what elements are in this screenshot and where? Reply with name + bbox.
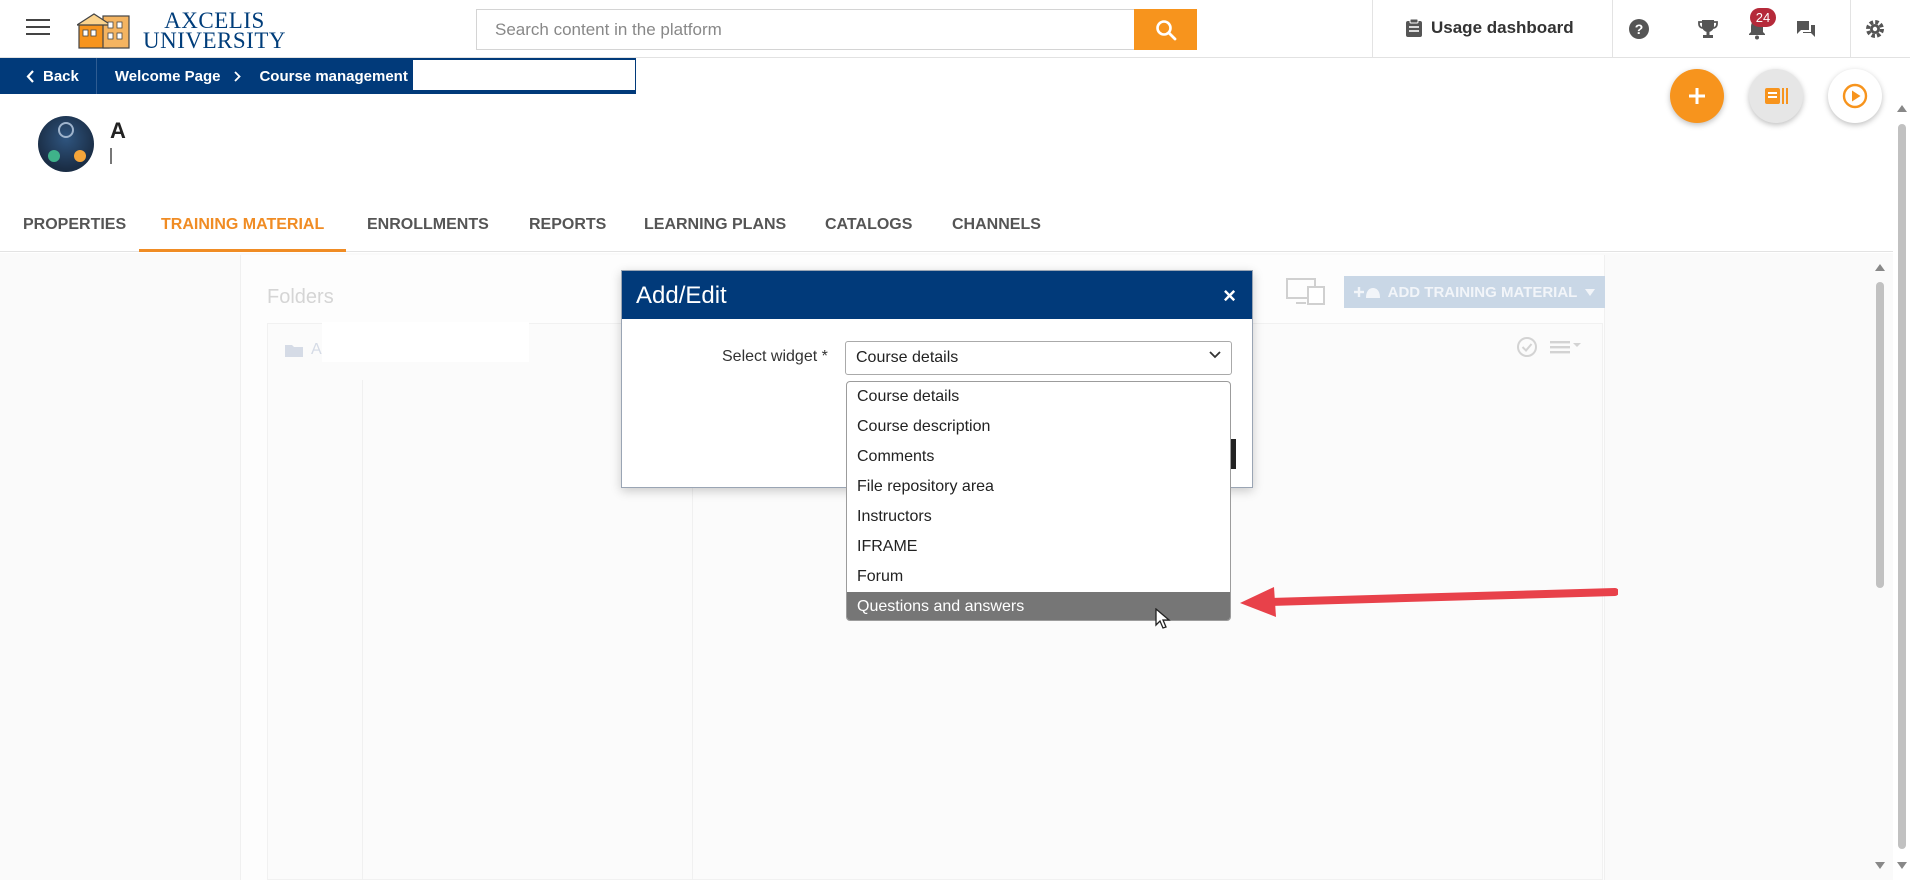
caret-down-icon bbox=[1585, 288, 1596, 296]
building-logo-icon bbox=[77, 13, 130, 49]
widget-select-value: Course details bbox=[856, 349, 959, 366]
folder-name-redacted bbox=[322, 322, 529, 362]
id-card-icon bbox=[1765, 88, 1788, 104]
chevron-down-icon bbox=[1209, 351, 1221, 359]
play-fab-button[interactable] bbox=[1828, 69, 1882, 123]
search-icon bbox=[1155, 19, 1176, 40]
page-scrollbar-thumb[interactable] bbox=[1898, 124, 1906, 849]
check-circle-icon[interactable] bbox=[1516, 336, 1538, 358]
usage-dashboard-label: Usage dashboard bbox=[1431, 18, 1574, 37]
option-comments[interactable]: Comments bbox=[847, 442, 1230, 472]
course-tabs: PROPERTIES TRAINING MATERIAL ENROLLMENTS… bbox=[0, 200, 1910, 252]
back-button[interactable]: Back bbox=[0, 58, 97, 94]
tab-learning-plans[interactable]: LEARNING PLANS bbox=[644, 200, 786, 252]
course-avatar bbox=[38, 116, 94, 172]
widget-options-list: Course details Course description Commen… bbox=[846, 381, 1231, 621]
folders-column bbox=[268, 380, 363, 880]
clipboard-icon bbox=[1406, 18, 1422, 37]
add-material-icon bbox=[1353, 287, 1380, 298]
add-fab-button[interactable] bbox=[1670, 69, 1724, 123]
option-instructors[interactable]: Instructors bbox=[847, 502, 1230, 532]
tab-reports[interactable]: REPORTS bbox=[529, 200, 606, 252]
widget-select[interactable]: Course details bbox=[845, 341, 1232, 375]
option-questions-and-answers[interactable]: Questions and answers bbox=[847, 592, 1230, 620]
option-file-repository-area[interactable]: File repository area bbox=[847, 472, 1230, 502]
top-bar: AXCELIS UNIVERSITY Usage dashboard ? 24 bbox=[0, 0, 1910, 58]
back-label: Back bbox=[43, 67, 79, 85]
usage-dashboard-link[interactable]: Usage dashboard bbox=[1405, 18, 1574, 38]
add-training-material-label: ADD TRAINING MATERIAL bbox=[1387, 283, 1578, 301]
university-logo[interactable]: AXCELIS UNIVERSITY bbox=[77, 8, 287, 53]
content-scrollbar-thumb[interactable] bbox=[1876, 282, 1884, 588]
logo-wordmark: AXCELIS UNIVERSITY bbox=[143, 9, 286, 53]
folder-item[interactable]: A bbox=[285, 341, 322, 359]
breadcrumb-label: Welcome Page bbox=[114, 67, 221, 85]
breadcrumb-current-redacted bbox=[413, 60, 635, 90]
mouse-cursor-icon bbox=[1155, 608, 1171, 629]
divider bbox=[1612, 0, 1613, 58]
divider bbox=[1372, 0, 1373, 58]
tab-channels[interactable]: CHANNELS bbox=[952, 200, 1041, 252]
notification-badge: 24 bbox=[1750, 8, 1776, 27]
content-scrollbar[interactable] bbox=[1873, 262, 1887, 880]
course-card-fab-button[interactable] bbox=[1749, 69, 1803, 123]
close-icon[interactable]: × bbox=[1223, 283, 1236, 309]
menu-icon[interactable] bbox=[26, 19, 50, 37]
chat-icon[interactable] bbox=[1794, 17, 1818, 41]
option-course-description[interactable]: Course description bbox=[847, 412, 1230, 442]
breadcrumb-bar: Back Welcome Page Course management bbox=[0, 58, 1910, 94]
course-subtitle bbox=[110, 148, 112, 164]
search-input[interactable] bbox=[477, 10, 1134, 49]
page-scrollbar[interactable] bbox=[1893, 100, 1910, 880]
tab-enrollments[interactable]: ENROLLMENTS bbox=[367, 200, 489, 252]
dialog-header: Add/Edit × bbox=[622, 271, 1252, 319]
search-button[interactable] bbox=[1134, 9, 1197, 50]
chevron-right-icon bbox=[234, 70, 242, 82]
tab-properties[interactable]: PROPERTIES bbox=[23, 200, 126, 252]
option-course-details[interactable]: Course details bbox=[847, 382, 1230, 412]
help-icon[interactable]: ? bbox=[1627, 17, 1651, 41]
breadcrumb-item-welcome[interactable]: Welcome Page bbox=[97, 68, 242, 85]
breadcrumb: Back Welcome Page Course management bbox=[0, 58, 636, 94]
breadcrumb-label: Course management bbox=[259, 67, 408, 85]
breadcrumb-item-course-management[interactable]: Course management bbox=[241, 67, 429, 85]
play-circle-icon bbox=[1842, 83, 1868, 109]
plus-icon bbox=[1689, 88, 1705, 104]
folder-label: A bbox=[311, 341, 322, 358]
svg-text:?: ? bbox=[1635, 21, 1644, 37]
logo-line2: UNIVERSITY bbox=[143, 28, 286, 53]
gear-icon[interactable] bbox=[1863, 17, 1887, 41]
trophy-icon[interactable] bbox=[1696, 17, 1720, 41]
add-training-material-button[interactable]: ADD TRAINING MATERIAL bbox=[1344, 276, 1605, 308]
menu-lines-icon[interactable] bbox=[1550, 339, 1582, 355]
tab-training-material[interactable]: TRAINING MATERIAL bbox=[139, 200, 347, 252]
dialog-title: Add/Edit bbox=[636, 282, 727, 309]
select-widget-label: Select widget * bbox=[722, 348, 828, 365]
tab-catalogs[interactable]: CATALOGS bbox=[825, 200, 912, 252]
folders-title: Folders bbox=[267, 286, 334, 308]
folder-row-actions bbox=[1516, 336, 1582, 358]
monitor-icon[interactable] bbox=[1286, 278, 1326, 311]
course-title: A bbox=[110, 118, 126, 143]
annotation-arrow-icon bbox=[1240, 587, 1618, 617]
divider bbox=[1850, 0, 1851, 58]
folder-icon bbox=[285, 345, 303, 357]
option-forum[interactable]: Forum bbox=[847, 562, 1230, 592]
search-bar bbox=[476, 9, 1197, 50]
chevron-left-icon bbox=[26, 69, 34, 83]
option-iframe[interactable]: IFRAME bbox=[847, 532, 1230, 562]
